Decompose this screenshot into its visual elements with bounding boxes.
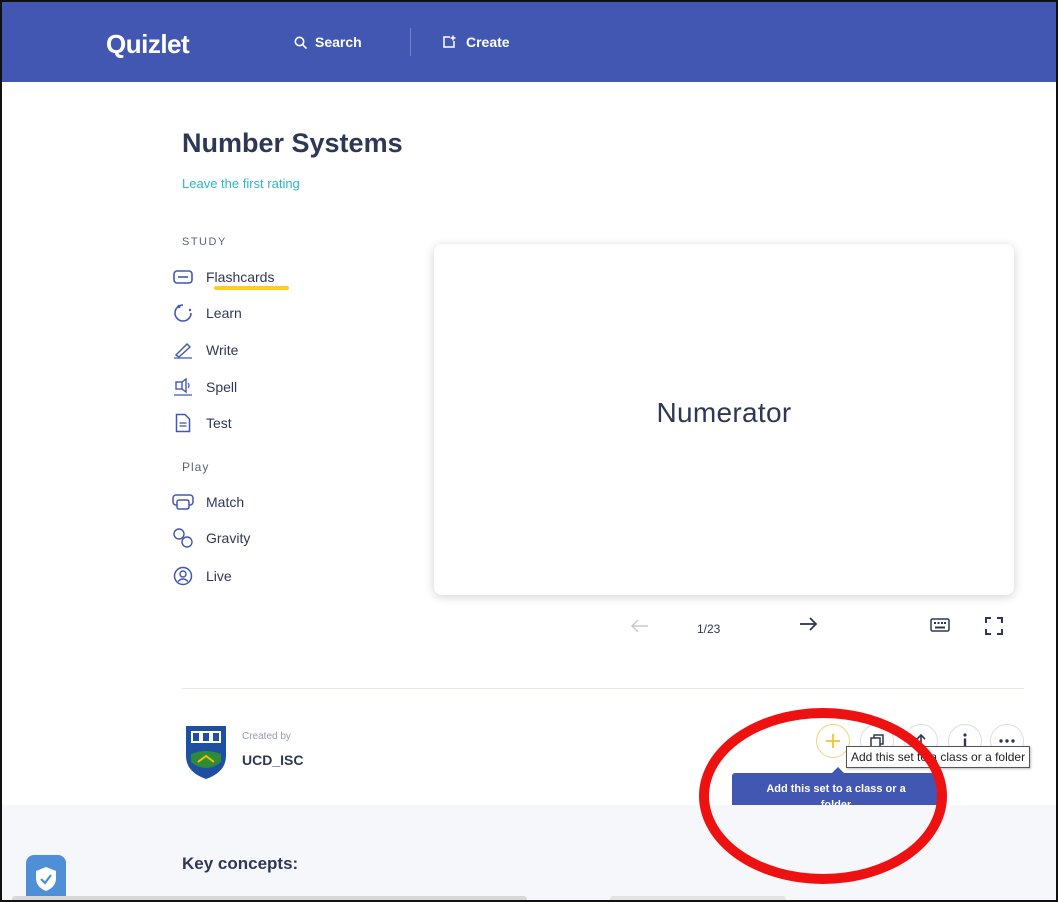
- leave-rating-link[interactable]: Leave the first rating: [182, 176, 300, 191]
- flashcard-term: Numerator: [656, 396, 792, 428]
- study-mode-label: Write: [206, 342, 239, 358]
- top-nav-bar: Quizlet Search Create: [2, 2, 1056, 82]
- keyboard-shortcuts-button[interactable]: [930, 618, 950, 637]
- keyboard-icon: [930, 618, 950, 632]
- created-by-label: Created by: [242, 731, 291, 742]
- plus-icon: [826, 734, 840, 748]
- create-label: Create: [466, 34, 510, 50]
- play-mode-label: Gravity: [206, 530, 251, 546]
- create-icon: [443, 35, 456, 48]
- search-button[interactable]: Search: [294, 34, 362, 50]
- study-mode-learn[interactable]: Learn: [170, 300, 242, 326]
- card-counter: 1/23: [697, 622, 721, 636]
- active-mode-underline: [214, 286, 289, 290]
- search-label: Search: [315, 34, 362, 50]
- shield-check-icon: [36, 867, 56, 891]
- gravity-icon: [170, 527, 196, 549]
- study-mode-label: Learn: [206, 305, 242, 321]
- arrow-left-icon: [630, 619, 648, 633]
- fullscreen-icon: [985, 617, 1003, 635]
- creator-avatar[interactable]: [183, 724, 229, 780]
- nav-divider: [410, 28, 411, 56]
- ucd-crest-icon: [186, 726, 226, 779]
- section-divider: [182, 688, 1024, 689]
- play-mode-label: Match: [206, 494, 245, 510]
- match-icon: [170, 491, 196, 513]
- study-section-label: STUDY: [182, 236, 227, 248]
- play-section-label: Play: [182, 460, 210, 474]
- more-icon: [999, 739, 1015, 743]
- security-extension-badge[interactable]: [26, 855, 66, 900]
- native-tooltip: Add this set to a class or a folder: [846, 746, 1031, 768]
- horizontal-scrollbar[interactable]: [12, 896, 527, 900]
- previous-card-button[interactable]: [630, 618, 650, 639]
- creator-username[interactable]: UCD_ISC: [242, 752, 303, 768]
- create-button[interactable]: Create: [442, 34, 510, 50]
- add-to-folder-button[interactable]: [816, 724, 850, 758]
- page-title: Number Systems: [182, 128, 403, 158]
- write-icon: [170, 339, 196, 361]
- play-mode-gravity[interactable]: Gravity: [170, 525, 250, 551]
- page: Quizlet Search Create Number Systems Lea…: [0, 0, 1058, 902]
- flashcards-icon: [170, 266, 196, 288]
- study-mode-spell[interactable]: Spell: [170, 374, 237, 400]
- study-mode-label: Flashcards: [206, 269, 275, 285]
- study-mode-label: Spell: [206, 379, 238, 395]
- learn-icon: [170, 302, 196, 324]
- quizlet-logo[interactable]: Quizlet: [106, 29, 190, 60]
- live-icon: [170, 565, 196, 587]
- test-icon: [170, 412, 196, 434]
- study-mode-test[interactable]: Test: [170, 410, 232, 436]
- lower-section: [2, 805, 1056, 900]
- search-icon: [294, 36, 307, 49]
- study-mode-write[interactable]: Write: [170, 337, 238, 363]
- arrow-right-icon: [800, 617, 818, 631]
- next-card-button[interactable]: [798, 616, 818, 637]
- flashcard[interactable]: Numerator: [434, 244, 1014, 595]
- play-mode-live[interactable]: Live: [170, 563, 232, 589]
- play-mode-match[interactable]: Match: [170, 489, 244, 515]
- spell-icon: [170, 376, 196, 398]
- play-mode-label: Live: [206, 568, 232, 584]
- fullscreen-button[interactable]: [985, 617, 1003, 640]
- bottom-strip: [610, 896, 786, 900]
- key-concepts-heading: Key concepts:: [182, 854, 299, 873]
- study-mode-label: Test: [206, 415, 232, 431]
